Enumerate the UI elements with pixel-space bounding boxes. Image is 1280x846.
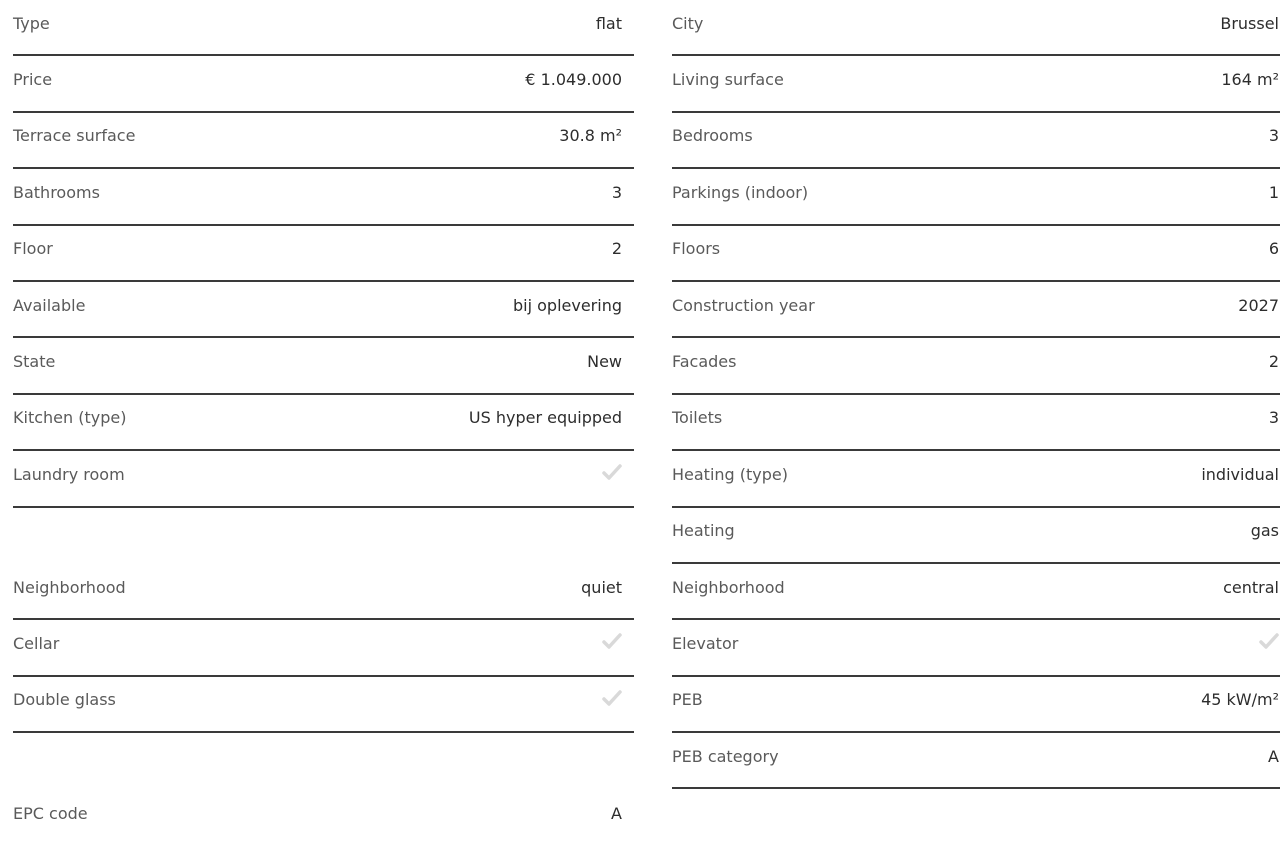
property-details-right-column: City Brussel Living surface 164 m² Bedro… — [672, 0, 1280, 790]
detail-label: Laundry room — [13, 464, 125, 484]
detail-row-floors: Floors 6 — [672, 226, 1280, 282]
detail-row-laundry-room: Laundry room — [13, 451, 634, 508]
detail-label: EPC code — [13, 804, 88, 824]
detail-row-parkings-indoor: Parkings (indoor) 1 — [672, 169, 1280, 226]
detail-label: State — [13, 352, 56, 372]
detail-value: individual — [1201, 464, 1279, 484]
detail-label: Toilets — [672, 408, 723, 428]
detail-row-bedrooms: Bedrooms 3 — [672, 113, 1280, 170]
detail-value: 2 — [1268, 352, 1279, 372]
check-icon — [602, 633, 622, 650]
detail-value: US hyper equipped — [468, 408, 622, 428]
detail-value: € 1.049.000 — [525, 70, 622, 90]
detail-value: 1 — [1268, 182, 1279, 202]
detail-row-price: Price € 1.049.000 — [13, 56, 634, 113]
detail-value: New — [587, 352, 622, 372]
detail-row-floor: Floor 2 — [13, 226, 634, 282]
property-details-left-column: Type flat Price € 1.049.000 Terrace surf… — [13, 0, 634, 846]
detail-row-city: City Brussel — [672, 0, 1280, 57]
detail-value: A — [1268, 746, 1279, 766]
detail-value — [1259, 633, 1280, 653]
detail-row-living-surface: Living surface 164 m² — [672, 56, 1280, 113]
detail-label: Neighborhood — [672, 577, 785, 597]
detail-row-construction-year: Construction year 2027 — [672, 282, 1280, 339]
detail-value: quiet — [581, 577, 622, 597]
detail-value — [602, 633, 634, 653]
detail-value: 3 — [611, 182, 622, 202]
detail-label: Bedrooms — [672, 126, 753, 146]
detail-value: 3 — [1268, 126, 1279, 146]
detail-row-state: State New — [13, 338, 634, 395]
detail-row-neighborhood: Neighborhood quiet — [13, 564, 634, 621]
detail-label: Heating (type) — [672, 464, 789, 484]
detail-value: bij oplevering — [513, 295, 622, 315]
detail-row-bathrooms: Bathrooms 3 — [13, 169, 634, 226]
detail-value: 6 — [1268, 239, 1279, 259]
detail-label: Available — [13, 295, 86, 315]
detail-label: PEB — [672, 690, 703, 710]
detail-label: Elevator — [672, 633, 739, 653]
check-icon — [602, 690, 622, 706]
detail-label: Bathrooms — [13, 182, 100, 202]
detail-value: Brussel — [1220, 13, 1279, 33]
detail-row-available: Available bij oplevering — [13, 282, 634, 339]
check-icon — [1259, 633, 1279, 650]
detail-label: Floor — [13, 239, 53, 259]
detail-row-epc-code: EPC code A — [13, 789, 634, 845]
detail-row-type: Type flat — [13, 0, 634, 57]
detail-row-terrace-surface: Terrace surface 30.8 m² — [13, 113, 634, 170]
detail-value — [602, 690, 634, 710]
detail-row-heating: Heating gas — [672, 508, 1280, 564]
detail-row-neighborhood: Neighborhood central — [672, 564, 1280, 621]
detail-row-peb-category: PEB category A — [672, 733, 1280, 790]
detail-value: 2 — [611, 239, 622, 259]
detail-value — [602, 464, 634, 484]
detail-value: gas — [1250, 521, 1279, 541]
detail-value: 2027 — [1238, 295, 1279, 315]
detail-label: Kitchen (type) — [13, 408, 127, 428]
detail-label: City — [672, 13, 704, 33]
detail-value: 45 kW/m² — [1201, 690, 1279, 710]
detail-value: 164 m² — [1221, 70, 1279, 90]
detail-value: central — [1223, 577, 1279, 597]
detail-label: PEB category — [672, 746, 779, 766]
detail-row-peb: PEB 45 kW/m² — [672, 677, 1280, 734]
detail-value: A — [611, 804, 622, 824]
check-icon — [602, 464, 622, 481]
detail-row-elevator: Elevator — [672, 620, 1280, 677]
detail-label: Heating — [672, 521, 735, 541]
detail-value: flat — [595, 13, 622, 33]
detail-row-heating-type: Heating (type) individual — [672, 451, 1280, 508]
detail-label: Type — [13, 13, 50, 33]
detail-label: Cellar — [13, 633, 60, 653]
detail-row-double-glass: Double glass — [13, 677, 634, 734]
detail-row-toilets: Toilets 3 — [672, 395, 1280, 452]
detail-value: 3 — [1268, 408, 1279, 428]
detail-label: Price — [13, 70, 53, 90]
detail-label: Living surface — [672, 70, 784, 90]
detail-label: Double glass — [13, 690, 116, 710]
detail-value: 30.8 m² — [559, 126, 622, 146]
detail-row-cellar: Cellar — [13, 620, 634, 677]
detail-label: Construction year — [672, 295, 815, 315]
detail-label: Terrace surface — [13, 126, 136, 146]
detail-label: Floors — [672, 239, 721, 259]
detail-label: Facades — [672, 352, 737, 372]
detail-label: Parkings (indoor) — [672, 182, 809, 202]
detail-row-facades: Facades 2 — [672, 338, 1280, 395]
detail-row-kitchen-type: Kitchen (type) US hyper equipped — [13, 395, 634, 452]
detail-label: Neighborhood — [13, 577, 126, 597]
